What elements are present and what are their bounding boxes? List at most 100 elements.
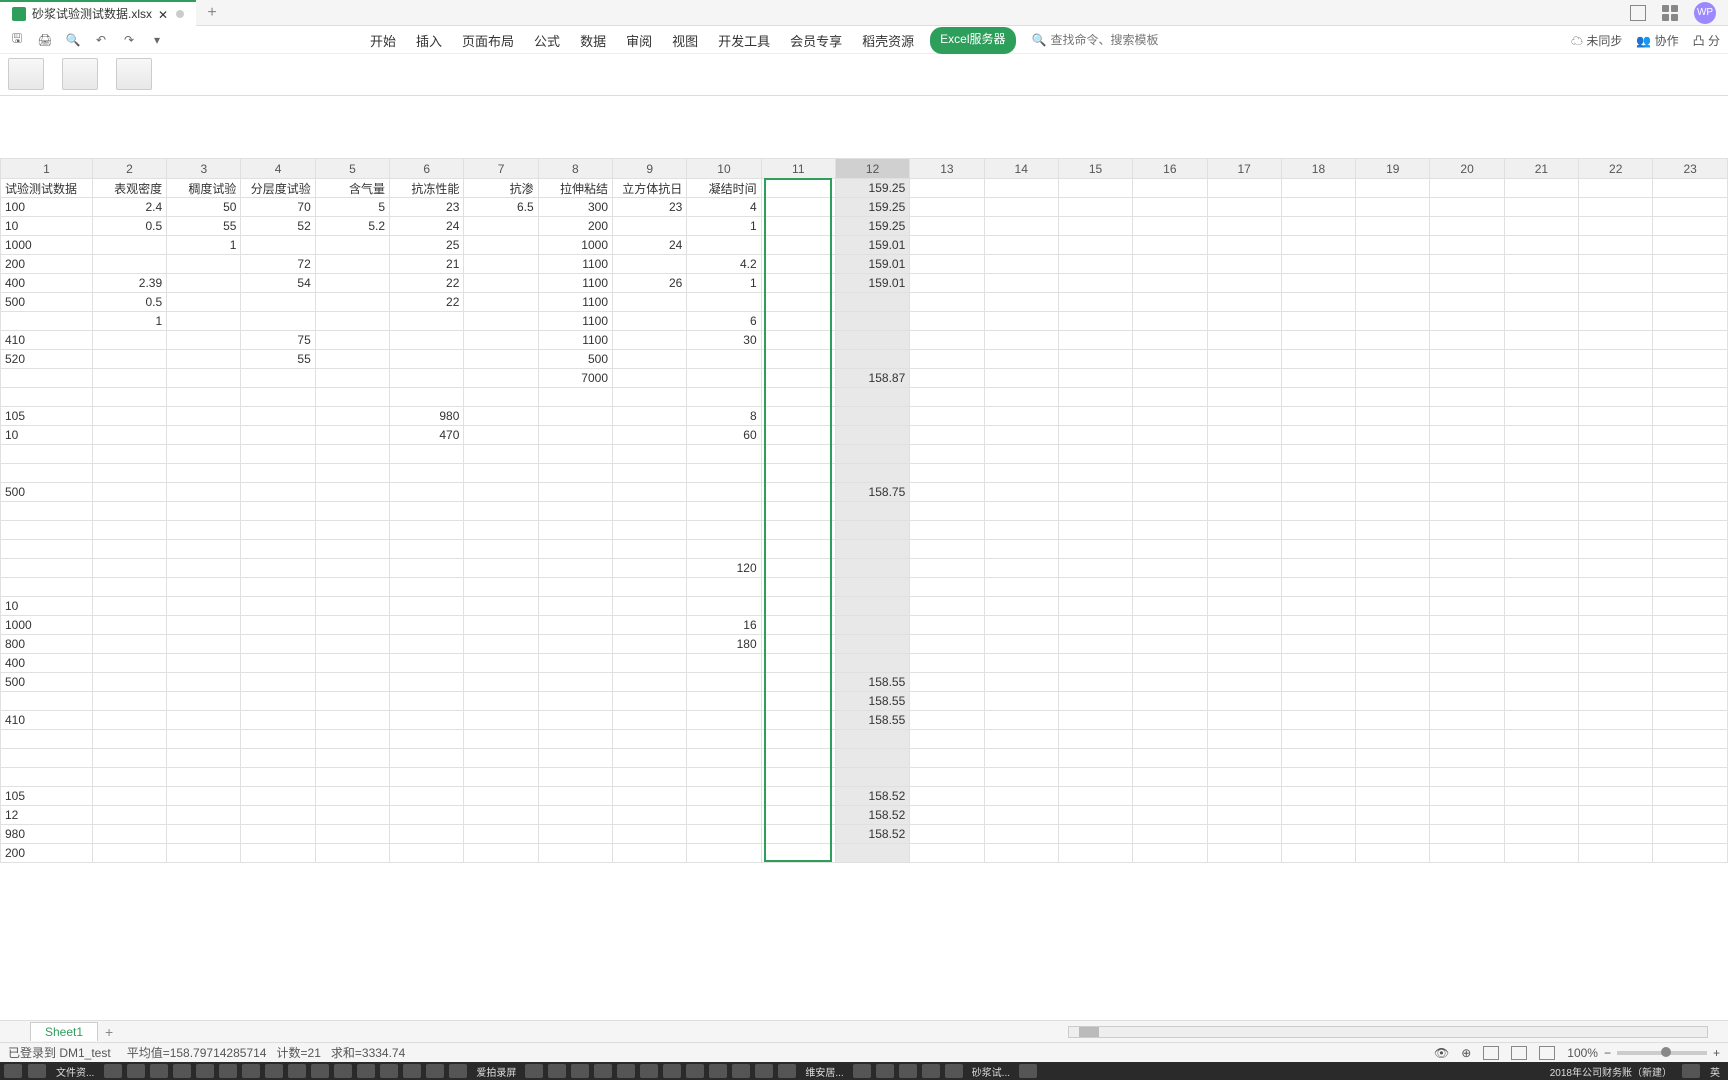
sheet-tab[interactable]: Sheet1 xyxy=(30,1022,98,1041)
cell[interactable] xyxy=(835,293,909,312)
cell[interactable] xyxy=(92,502,166,521)
cell[interactable]: 52 xyxy=(241,217,315,236)
cell[interactable] xyxy=(1653,578,1728,597)
cell[interactable]: 0.5 xyxy=(92,217,166,236)
cell[interactable] xyxy=(1356,464,1430,483)
cell[interactable] xyxy=(92,369,166,388)
view-page-icon[interactable] xyxy=(1511,1046,1527,1060)
cell[interactable] xyxy=(1504,806,1578,825)
cell[interactable] xyxy=(1356,426,1430,445)
cell[interactable] xyxy=(1356,312,1430,331)
cell[interactable] xyxy=(1207,597,1281,616)
cell[interactable] xyxy=(835,445,909,464)
cell[interactable] xyxy=(167,293,241,312)
taskbar-app-icon[interactable] xyxy=(357,1064,375,1078)
cell[interactable] xyxy=(1058,673,1132,692)
cell[interactable]: 1000 xyxy=(1,616,93,635)
cell[interactable] xyxy=(1133,787,1207,806)
command-search[interactable]: 🔍 xyxy=(1032,27,1181,54)
cell[interactable]: 4.2 xyxy=(687,255,761,274)
cell[interactable] xyxy=(464,635,538,654)
cell[interactable] xyxy=(464,388,538,407)
cell[interactable] xyxy=(1207,445,1281,464)
taskbar-app-icon[interactable] xyxy=(876,1064,894,1078)
cell[interactable] xyxy=(241,407,315,426)
cell[interactable] xyxy=(984,217,1058,236)
cell[interactable] xyxy=(835,559,909,578)
cell[interactable] xyxy=(761,578,835,597)
cell[interactable] xyxy=(92,654,166,673)
col-header-6[interactable]: 6 xyxy=(390,159,464,179)
cell[interactable] xyxy=(1207,179,1281,198)
cell[interactable] xyxy=(1504,426,1578,445)
cell[interactable]: 1100 xyxy=(538,293,612,312)
cell[interactable] xyxy=(1430,825,1504,844)
cell[interactable]: 26 xyxy=(613,274,687,293)
cell[interactable] xyxy=(984,673,1058,692)
cell[interactable] xyxy=(92,483,166,502)
eye-icon[interactable]: 👁 xyxy=(1434,1046,1449,1060)
col-header-3[interactable]: 3 xyxy=(167,159,241,179)
cell[interactable] xyxy=(315,502,389,521)
cell[interactable] xyxy=(167,388,241,407)
cell[interactable] xyxy=(464,806,538,825)
cell[interactable] xyxy=(1430,502,1504,521)
col-header-17[interactable]: 17 xyxy=(1207,159,1281,179)
cell[interactable] xyxy=(241,502,315,521)
cell[interactable] xyxy=(1356,825,1430,844)
cell[interactable] xyxy=(538,407,612,426)
cell[interactable] xyxy=(1058,768,1132,787)
cell[interactable]: 410 xyxy=(1,711,93,730)
cell[interactable] xyxy=(835,521,909,540)
cell[interactable] xyxy=(613,483,687,502)
cell[interactable] xyxy=(1356,331,1430,350)
cell[interactable] xyxy=(1281,521,1355,540)
cell[interactable] xyxy=(1504,217,1578,236)
cell[interactable] xyxy=(1133,464,1207,483)
cell[interactable] xyxy=(910,730,984,749)
cell[interactable] xyxy=(1356,350,1430,369)
cell[interactable] xyxy=(1504,464,1578,483)
cell[interactable] xyxy=(1653,350,1728,369)
cell[interactable] xyxy=(984,198,1058,217)
cell[interactable] xyxy=(835,407,909,426)
cell[interactable] xyxy=(1430,749,1504,768)
cell[interactable] xyxy=(1281,293,1355,312)
cell[interactable] xyxy=(1281,825,1355,844)
cell[interactable] xyxy=(1207,426,1281,445)
cell[interactable] xyxy=(984,388,1058,407)
cell[interactable]: 23 xyxy=(390,198,464,217)
cell[interactable] xyxy=(613,217,687,236)
cell[interactable] xyxy=(167,407,241,426)
cell[interactable] xyxy=(1133,749,1207,768)
cell[interactable] xyxy=(464,350,538,369)
cell[interactable] xyxy=(761,768,835,787)
taskbar-app-icon[interactable] xyxy=(127,1064,145,1078)
cell[interactable] xyxy=(1356,502,1430,521)
cell[interactable] xyxy=(1356,768,1430,787)
cell[interactable] xyxy=(761,597,835,616)
cell[interactable] xyxy=(835,654,909,673)
cell[interactable]: 22 xyxy=(390,274,464,293)
cell[interactable] xyxy=(1058,749,1132,768)
cell[interactable] xyxy=(315,787,389,806)
cell[interactable] xyxy=(1356,407,1430,426)
cell[interactable] xyxy=(1579,255,1653,274)
cell[interactable] xyxy=(1579,787,1653,806)
cell[interactable] xyxy=(1579,293,1653,312)
cell[interactable]: 159.25 xyxy=(835,217,909,236)
cell[interactable]: 800 xyxy=(1,635,93,654)
taskbar-app-icon[interactable] xyxy=(311,1064,329,1078)
cell[interactable] xyxy=(464,445,538,464)
cell[interactable] xyxy=(1058,540,1132,559)
cell[interactable] xyxy=(315,806,389,825)
cell[interactable] xyxy=(241,293,315,312)
cell[interactable] xyxy=(315,673,389,692)
cell[interactable] xyxy=(1579,521,1653,540)
cell[interactable]: 1 xyxy=(687,274,761,293)
cell[interactable] xyxy=(835,388,909,407)
cell[interactable] xyxy=(167,768,241,787)
cell[interactable] xyxy=(1207,293,1281,312)
horizontal-scrollbar[interactable] xyxy=(1068,1026,1708,1038)
cell[interactable] xyxy=(1058,597,1132,616)
